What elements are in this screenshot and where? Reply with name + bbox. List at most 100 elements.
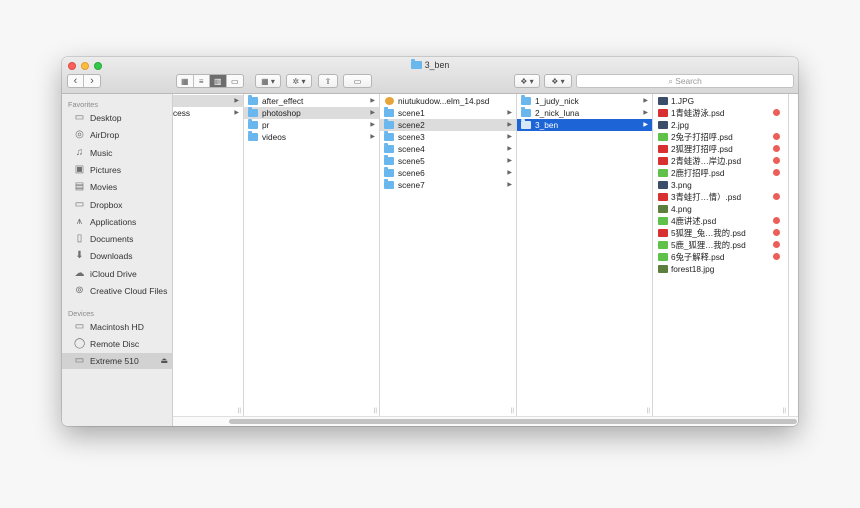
chevron-right-icon: ▶ <box>370 134 375 140</box>
horizontal-scrollbar[interactable] <box>173 416 798 426</box>
file-row[interactable]: 5鹿_狐狸…我的.psd <box>653 239 788 251</box>
sidebar-item-label: Creative Cloud Files <box>90 286 168 296</box>
file-row[interactable]: 1.JPG <box>653 95 788 107</box>
column-resize-handle[interactable]: || <box>783 408 786 414</box>
list-item[interactable]: scene1 ▶ <box>380 107 516 119</box>
list-item[interactable]: scene4 ▶ <box>380 143 516 155</box>
icon-view-button[interactable]: ▦ <box>177 75 194 87</box>
sidebar-item-dropbox[interactable]: ▭ Dropbox <box>62 197 173 213</box>
sidebar-item-label: Macintosh HD <box>90 322 144 332</box>
action-button[interactable]: ✲ ▾ <box>286 74 312 88</box>
sidebar-item-movies[interactable]: ▤ Movies <box>62 179 173 195</box>
share-button[interactable]: ⇪ <box>318 74 338 88</box>
sidebar-item-label: Desktop <box>90 113 122 123</box>
list-item[interactable]: after_effect ▶ <box>244 95 379 107</box>
dropbox-button[interactable]: ❖ ▾ <box>514 74 540 88</box>
file-row[interactable]: 2鹿打招呼.psd <box>653 167 788 179</box>
image-file-icon <box>658 181 668 189</box>
item-name: cess <box>173 108 191 118</box>
chevron-right-icon: ▶ <box>507 170 512 176</box>
sidebar-item-extreme-510[interactable]: ▭ Extreme 510 ⏏ <box>62 353 173 369</box>
sidebar-item-documents[interactable]: ▯ Documents <box>62 231 173 247</box>
cover-flow-button[interactable]: ▭ <box>227 75 243 87</box>
edit-tags-button[interactable]: ▭ <box>343 74 372 88</box>
column-resize-handle[interactable]: || <box>511 408 514 414</box>
forward-button[interactable]: › <box>84 75 100 87</box>
list-item[interactable]: videos ▶ <box>244 131 379 143</box>
sidebar-item-macintosh-hd[interactable]: ▭ Macintosh HD <box>62 319 173 335</box>
sidebar-item-creative-cloud-files[interactable]: ⊚ Creative Cloud Files <box>62 283 173 299</box>
list-item[interactable]: scene2 ▶ <box>380 119 516 131</box>
arrange-button[interactable]: ▦ ▾ <box>255 74 281 88</box>
list-item[interactable]: scene7 ▶ <box>380 179 516 191</box>
item-name: niutukudow...elm_14.psd <box>398 96 490 106</box>
sidebar-item-music[interactable]: ♫ Music <box>62 145 173 161</box>
item-name: 3青蛙打…情）.psd <box>671 192 742 202</box>
list-item[interactable]: scene6 ▶ <box>380 167 516 179</box>
sidebar-item-icloud-drive[interactable]: ☁ iCloud Drive <box>62 266 173 282</box>
column-view-button[interactable]: ▥ <box>210 75 227 87</box>
nav-buttons: ‹ › <box>67 74 101 88</box>
file-row[interactable]: 2.jpg <box>653 119 788 131</box>
red-tag-icon <box>773 217 780 224</box>
item-name: 6兔子解释.psd <box>671 252 725 262</box>
movies-icon: ▤ <box>74 181 85 193</box>
sidebar-item-airdrop[interactable]: ◎ AirDrop <box>62 127 173 143</box>
file-row[interactable]: 5狐狸_兔…我的.psd <box>653 227 788 239</box>
sidebar-item-pictures[interactable]: ▣ Pictures <box>62 162 173 178</box>
red-tag-icon <box>773 193 780 200</box>
scrollbar-thumb[interactable] <box>229 419 797 424</box>
list-item[interactable]: ▶ <box>173 95 243 107</box>
sidebar-item-desktop[interactable]: ▭ Desktop <box>62 110 173 126</box>
sidebar-item-downloads[interactable]: ⬇ Downloads <box>62 248 173 264</box>
file-row[interactable]: forest18.jpg <box>653 263 788 275</box>
file-row[interactable]: 2狐狸打招呼.psd <box>653 143 788 155</box>
file-row[interactable]: 2青蛙游…岸边.psd <box>653 155 788 167</box>
eject-icon[interactable]: ⏏ <box>160 353 168 369</box>
list-item[interactable]: 2_nick_luna ▶ <box>517 107 652 119</box>
file-row[interactable]: 2兔子打招呼.psd <box>653 131 788 143</box>
list-item[interactable]: 1_judy_nick ▶ <box>517 95 652 107</box>
column-4: 1.JPG 1青蛙游泳.psd 2.jpg 2兔子打招呼.psd 2狐狸打招呼.psd 2… <box>653 94 789 416</box>
file-row[interactable]: 4鹿讲述.psd <box>653 215 788 227</box>
list-item[interactable]: photoshop ▶ <box>244 107 379 119</box>
sidebar-item-label: iCloud Drive <box>90 268 137 279</box>
item-name: videos <box>262 132 286 142</box>
item-name: 1青蛙游泳.psd <box>671 108 725 118</box>
column-resize-handle[interactable]: || <box>238 408 241 414</box>
image-file-icon <box>658 97 668 105</box>
file-row[interactable]: 1青蛙游泳.psd <box>653 107 788 119</box>
sidebar-item-label: Remote Disc <box>90 339 140 349</box>
column-resize-handle[interactable]: || <box>374 408 377 414</box>
file-row[interactable]: 3.png <box>653 179 788 191</box>
disc-icon: ◯ <box>74 338 86 349</box>
sidebar-item-remote-disc[interactable]: ◯ Remote Disc <box>62 336 173 352</box>
back-button[interactable]: ‹ <box>68 75 85 87</box>
file-row[interactable]: 6兔子解释.psd <box>653 251 788 263</box>
folder-icon <box>248 95 258 105</box>
item-name: photoshop <box>262 108 301 118</box>
column-resize-handle[interactable]: || <box>647 408 650 414</box>
sidebar-item-applications[interactable]: ⩚ Applications <box>62 214 173 230</box>
psd-file-icon <box>658 169 668 177</box>
image-file-icon <box>658 205 668 213</box>
list-view-button[interactable]: ≡ <box>194 75 210 87</box>
chevron-right-icon: ▶ <box>643 98 648 104</box>
search-field[interactable]: ⌕ Search <box>576 74 794 88</box>
list-item[interactable]: cess ▶ <box>173 107 243 119</box>
list-item[interactable]: niutukudow...elm_14.psd <box>380 95 516 107</box>
column-1: after_effect ▶ photoshop ▶ pr ▶ videos ▶ || <box>244 94 380 416</box>
file-row[interactable]: 3青蛙打…情）.psd <box>653 191 788 203</box>
list-item[interactable]: scene3 ▶ <box>380 131 516 143</box>
red-tag-icon <box>773 169 780 176</box>
list-item[interactable]: scene5 ▶ <box>380 155 516 167</box>
airdrop-icon: ◎ <box>75 129 84 141</box>
dropbox-menu-button[interactable]: ❖ ▾ <box>544 74 572 88</box>
downloads-icon: ⬇ <box>75 250 84 262</box>
folder-icon <box>384 143 394 153</box>
item-name: 1.JPG <box>671 96 695 106</box>
column-2: niutukudow...elm_14.psd scene1 ▶ scene2 ▶ sce… <box>380 94 517 416</box>
list-item[interactable]: pr ▶ <box>244 119 379 131</box>
list-item[interactable]: 3_ben ▶ <box>517 119 652 131</box>
file-row[interactable]: 4.png <box>653 203 788 215</box>
